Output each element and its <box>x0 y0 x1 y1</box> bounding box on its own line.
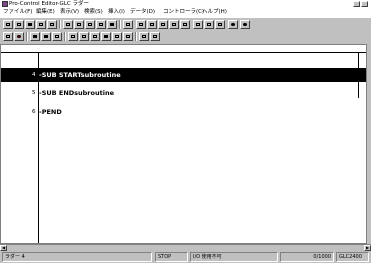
status-memory: 0/1000 <box>280 252 334 262</box>
paste-icon[interactable] <box>96 20 106 29</box>
status-run-state: STOP <box>155 252 188 262</box>
app-icon <box>2 1 8 7</box>
status-bar: ラダー 4 STOP I/O 使用不可 0/1000 GLC2400 <box>0 251 371 263</box>
play-icon[interactable] <box>79 32 89 41</box>
check-icon[interactable] <box>47 20 57 29</box>
fast-forward-icon[interactable] <box>90 32 100 41</box>
toolbar-separator <box>59 20 61 29</box>
step-number: 4 <box>32 72 36 78</box>
menu-controller[interactable]: コントローラ(C) <box>163 8 204 17</box>
menu-view[interactable]: 表示(V) <box>60 8 79 17</box>
rung-row[interactable]: 5 -SUB ENDsubroutine <box>1 86 366 100</box>
coil-icon[interactable] <box>136 20 146 29</box>
mode-icon[interactable] <box>3 32 13 41</box>
online-icon[interactable] <box>30 32 40 41</box>
compile-icon[interactable] <box>204 20 214 29</box>
window-title: Pro-Control Editor-GLC ラダー <box>9 1 89 7</box>
contact-icon[interactable] <box>123 20 133 29</box>
new-file-icon[interactable] <box>3 20 13 29</box>
status-mode: ラダー 4 <box>2 252 152 262</box>
menu-bar: ファイル(F) 編集(E) 表示(V) 検索(S) 挿入(I) データ(D) コ… <box>0 8 371 17</box>
open-folder-icon[interactable] <box>14 20 24 29</box>
menu-edit[interactable]: 編集(E) <box>36 8 55 17</box>
status-io: I/O 使用不可 <box>190 252 278 262</box>
horizontal-scrollbar[interactable]: ◀ ▶ <box>0 244 371 251</box>
rung-icon[interactable] <box>158 20 168 29</box>
stop-icon[interactable] <box>14 32 24 41</box>
instruction-text: -PEND <box>39 108 62 116</box>
left-power-rail <box>38 53 39 243</box>
rung-row[interactable]: 6 -PEND <box>1 105 366 119</box>
main-toolbar <box>0 17 371 30</box>
menu-insert[interactable]: 挿入(I) <box>108 8 125 17</box>
offline-icon[interactable] <box>41 32 51 41</box>
undo-icon[interactable] <box>63 20 73 29</box>
ladder-editor[interactable]: 4 -SUB STARTsubroutine 5 -SUB ENDsubrout… <box>0 44 367 244</box>
pause-icon[interactable] <box>112 32 122 41</box>
toolbar-separator <box>135 32 137 41</box>
toolbar-separator <box>119 20 121 29</box>
first-icon[interactable] <box>68 32 78 41</box>
stop-square-icon[interactable] <box>101 32 111 41</box>
menu-data[interactable]: データ(D) <box>130 8 155 17</box>
copy-icon[interactable] <box>85 20 95 29</box>
download-icon[interactable] <box>52 32 62 41</box>
branch-icon[interactable] <box>147 20 157 29</box>
title-bar: Pro-Control Editor-GLC ラダー <box>0 0 371 8</box>
instruction-text: -SUB ENDsubroutine <box>39 89 114 97</box>
menu-file[interactable]: ファイル(F) <box>3 8 32 17</box>
run-icon[interactable] <box>228 20 238 29</box>
right-power-rail <box>358 53 359 98</box>
menu-help[interactable]: ヘルプ(H) <box>202 8 227 17</box>
variable-icon[interactable] <box>169 20 179 29</box>
toolbar-separator <box>26 32 28 41</box>
maximize-button[interactable] <box>361 1 368 7</box>
online-monitor-icon[interactable] <box>240 20 250 29</box>
find-icon[interactable] <box>107 20 117 29</box>
instruction-text: -SUB STARTsubroutine <box>39 71 121 79</box>
variable-list-icon[interactable] <box>215 20 225 29</box>
editor-header-line <box>1 52 366 53</box>
monitor-icon[interactable] <box>180 20 190 29</box>
refresh-icon[interactable] <box>123 32 133 41</box>
step-number: 6 <box>32 109 36 115</box>
status-controller: GLC2400 <box>336 252 369 262</box>
print-preview-icon[interactable] <box>36 20 46 29</box>
menu-search[interactable]: 検索(S) <box>84 8 103 17</box>
control-toolbar <box>0 30 371 43</box>
cut-icon[interactable] <box>74 20 84 29</box>
help-icon[interactable] <box>139 32 149 41</box>
step-number: 5 <box>32 90 36 96</box>
toolbar-separator <box>64 32 66 41</box>
settings-icon[interactable] <box>193 20 203 29</box>
minimize-button[interactable] <box>353 1 360 7</box>
info-icon[interactable] <box>150 32 160 41</box>
rung-row[interactable]: 4 -SUB STARTsubroutine <box>1 68 366 82</box>
save-icon[interactable] <box>25 20 35 29</box>
